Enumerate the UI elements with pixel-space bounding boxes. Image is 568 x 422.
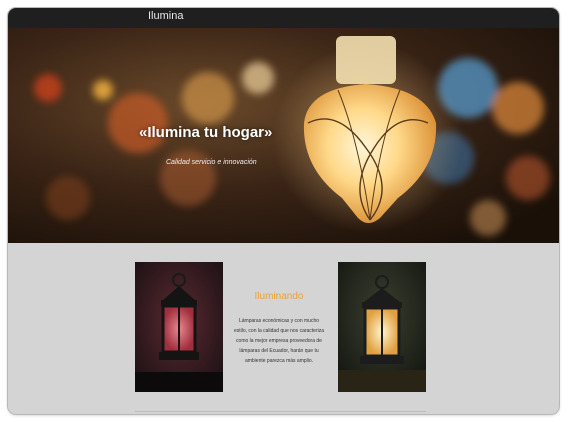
hero-banner: «Ilumina tu hogar» Calidad servicio e in…: [8, 28, 559, 243]
top-nav-bar: Ilumina: [8, 8, 559, 28]
lit-lantern-image: [338, 262, 426, 392]
hero-title: «Ilumina tu hogar»: [139, 124, 273, 141]
browser-window: Ilumina «Ilumina tu hogar» Calidad servi…: [8, 8, 559, 414]
section-divider: [135, 411, 426, 412]
site-brand-link[interactable]: Ilumina: [148, 10, 183, 22]
dark-lantern-image: [135, 262, 223, 392]
hero-subtitle: Calidad servicio e innovación: [166, 159, 257, 166]
hero-lantern-image: [8, 28, 559, 243]
section-description: Lámparas económicas y con mucho estilo, …: [233, 318, 325, 364]
section-title: Iluminando: [254, 291, 304, 302]
content-section: Iluminando Lámparas económicas y con muc…: [8, 243, 559, 414]
